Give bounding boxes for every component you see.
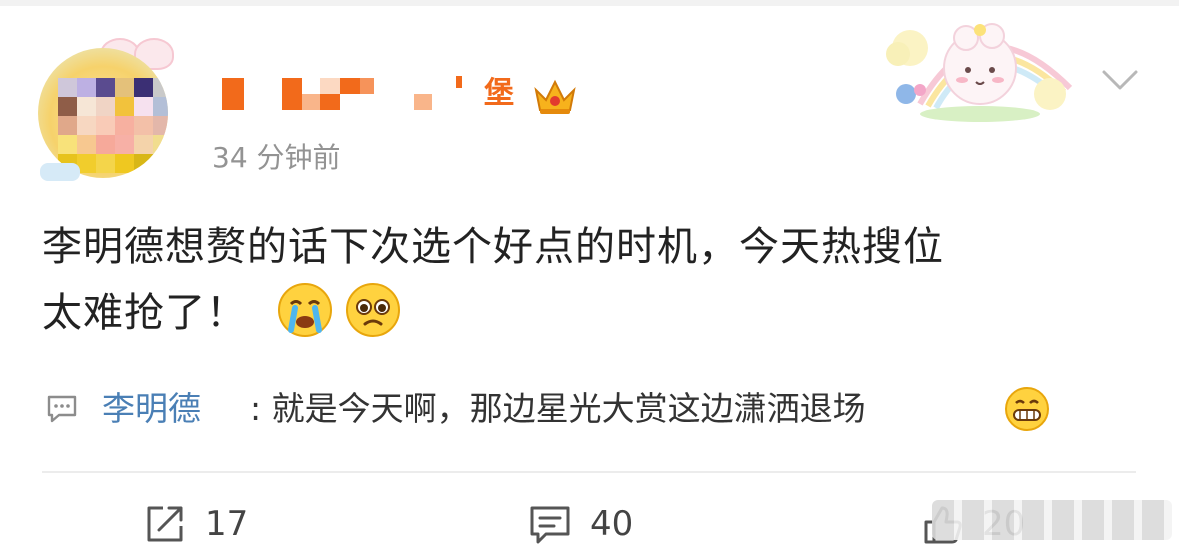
comment-icon	[530, 506, 570, 544]
comment-button[interactable]: 40	[528, 496, 633, 552]
username[interactable]: 堡	[222, 74, 582, 114]
pixelated-avatar	[58, 78, 168, 173]
divider	[42, 471, 1136, 473]
chevron-down-icon[interactable]	[1100, 66, 1140, 94]
timestamp: 34 分钟前	[212, 141, 341, 174]
comment-count: 40	[590, 504, 634, 544]
pixelated-username	[222, 76, 462, 110]
pixelated-overlay	[932, 500, 1172, 540]
grin-emoji	[1005, 387, 1049, 431]
comment-preview[interactable]: 李明德 : 就是今天啊，那边星光大赏这边潇洒退场	[42, 382, 1142, 436]
avatar[interactable]	[38, 28, 178, 181]
comment-author[interactable]: 李明德	[102, 382, 201, 436]
post-text-line-2: 太难抢了！	[42, 280, 1142, 346]
comment-text: : 就是今天啊，那边星光大赏这边潇洒退场	[250, 389, 866, 428]
comment-bubble-icon	[47, 395, 77, 423]
pleading-emoji	[346, 283, 400, 337]
share-count: 17	[205, 504, 249, 544]
post-text-line: 李明德想赘的话下次选个好点的时机，今天热搜位	[42, 224, 944, 270]
top-strip	[0, 0, 1179, 6]
crown-badge-icon[interactable]	[532, 76, 578, 116]
avatar-image	[38, 48, 168, 178]
post-text-line: 太难抢了！	[42, 290, 247, 336]
avatar-decoration	[40, 163, 80, 181]
username-fragment: 堡	[484, 76, 514, 111]
crying-emoji	[278, 283, 332, 337]
post-content: 李明德想赘的话下次选个好点的时机，今天热搜位 太难抢了！	[42, 214, 1142, 346]
share-icon	[147, 506, 183, 542]
sheep-sticker	[886, 23, 1073, 122]
share-button[interactable]: 17	[143, 496, 248, 552]
